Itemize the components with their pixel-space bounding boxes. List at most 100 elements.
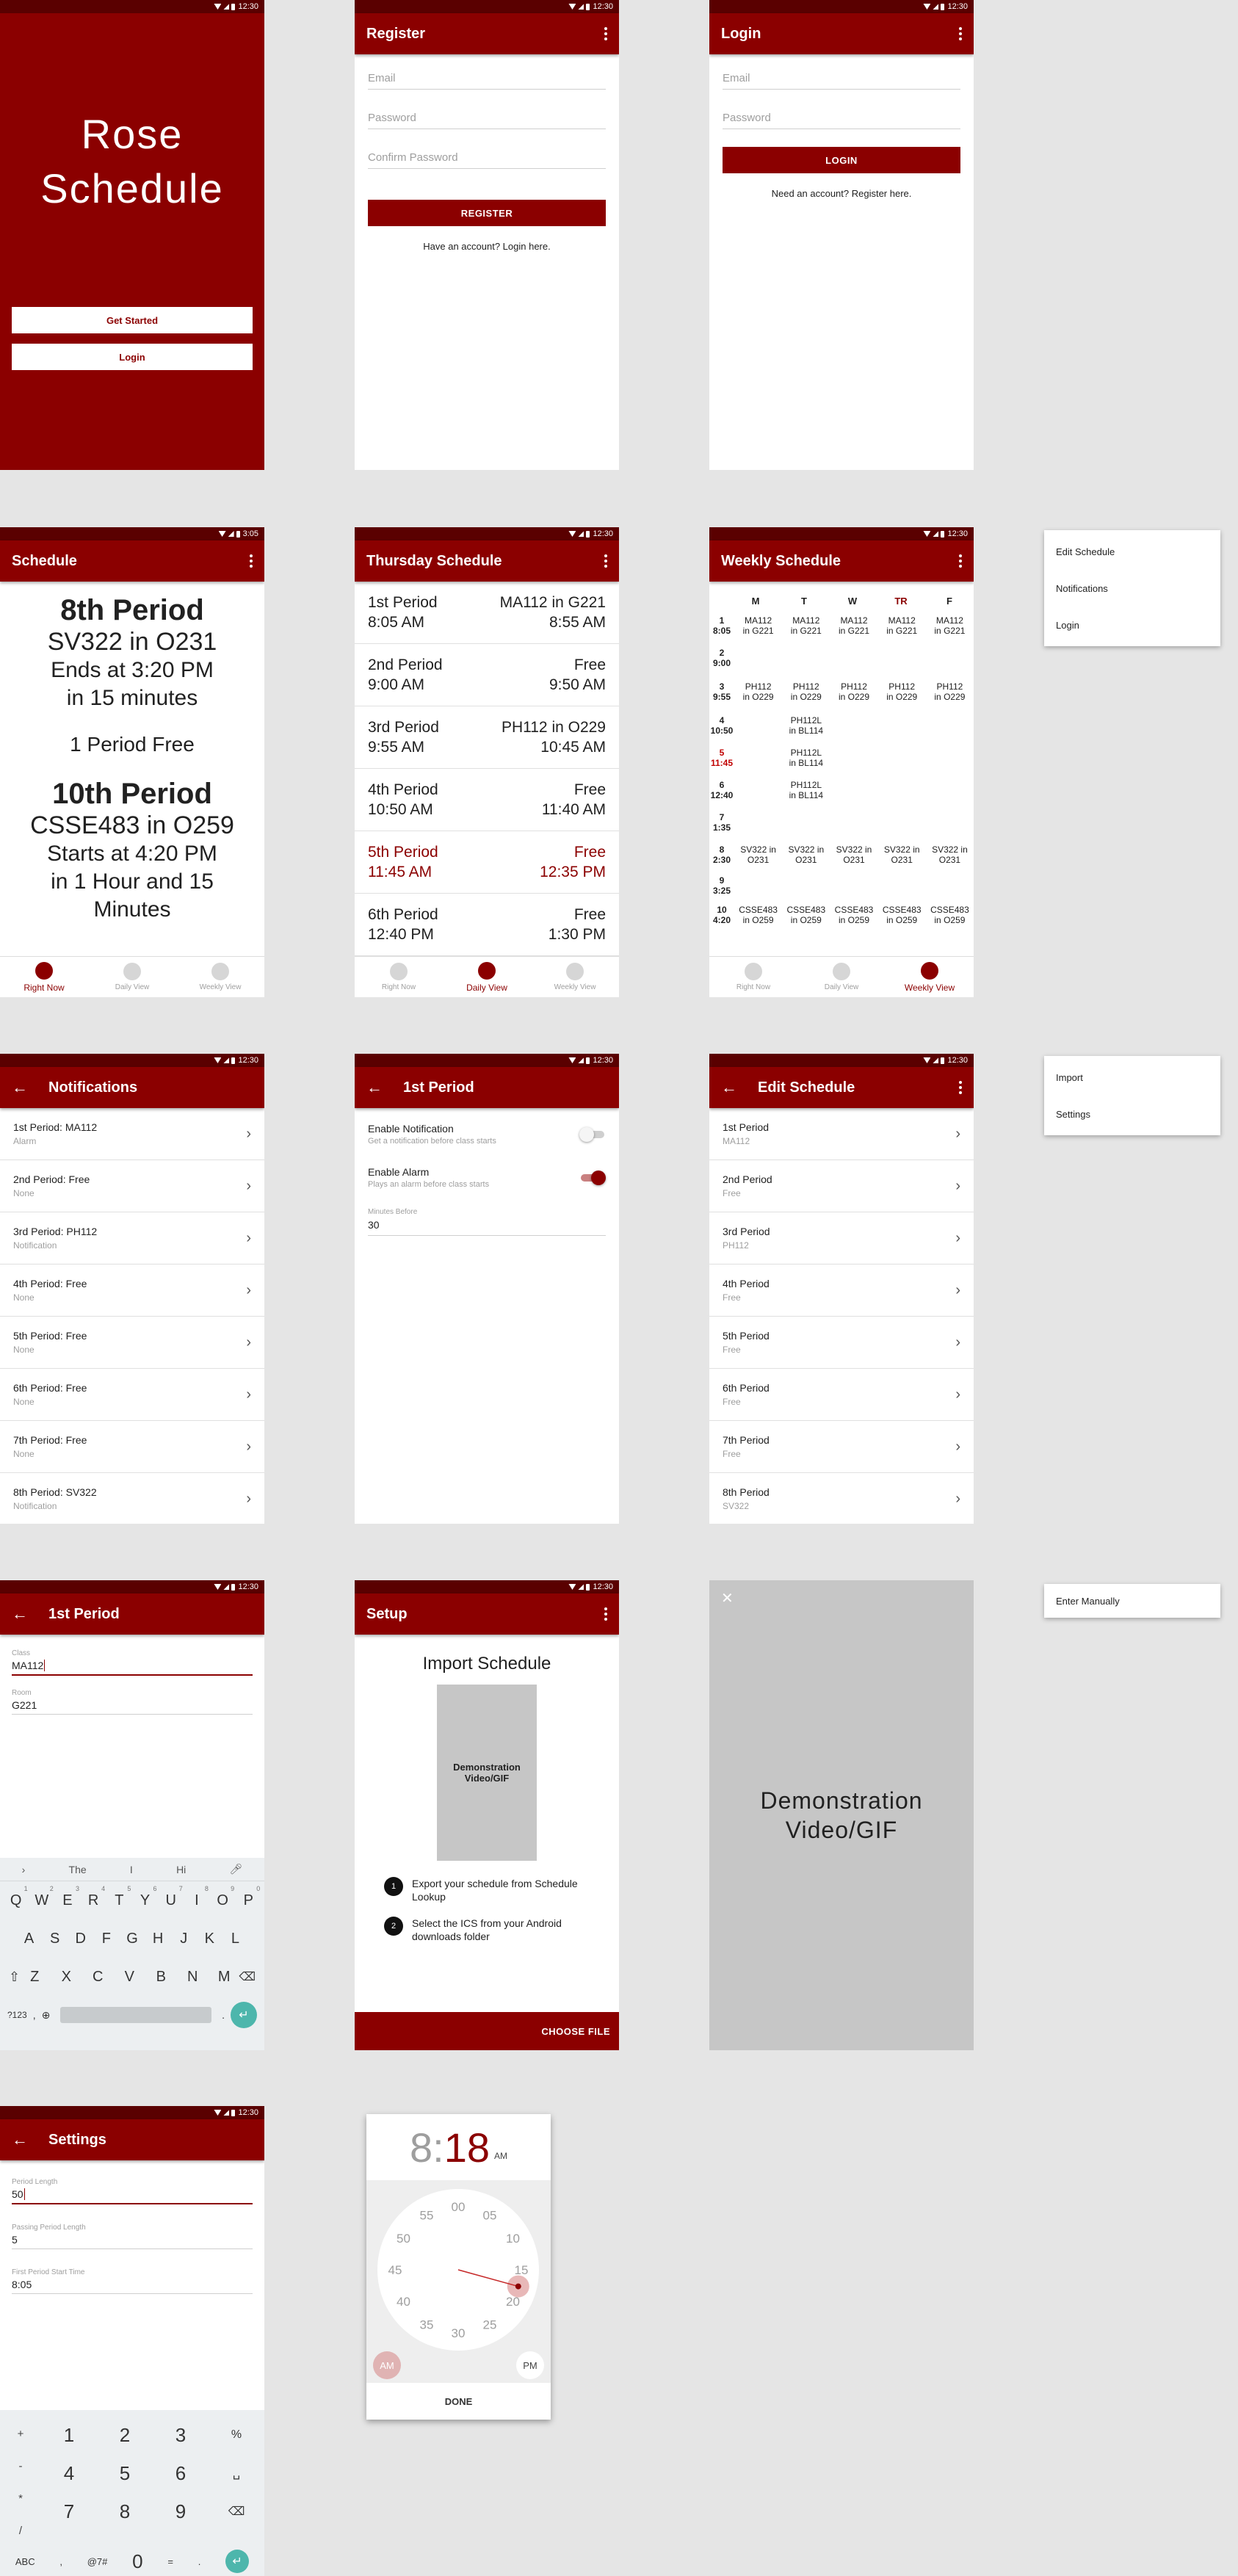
nav-daily[interactable]: Daily View bbox=[443, 957, 531, 997]
weekly-cell[interactable]: MA112 in G221 bbox=[926, 615, 974, 636]
numpad-key[interactable]: 8 bbox=[97, 2500, 153, 2523]
suggestion-3[interactable]: Hi bbox=[176, 1864, 186, 1875]
numpad-key[interactable]: 3 bbox=[153, 2424, 209, 2447]
overflow-menu-icon[interactable] bbox=[604, 1607, 607, 1621]
key[interactable]: 1Q bbox=[6, 1885, 28, 1909]
weekly-cell[interactable]: MA112 in G221 bbox=[734, 615, 782, 636]
numpad-key[interactable]: ABC bbox=[15, 2556, 35, 2567]
key[interactable]: N bbox=[185, 1969, 200, 1986]
suggestion-2[interactable]: I bbox=[130, 1864, 133, 1875]
login-button[interactable]: Login bbox=[12, 344, 253, 370]
key[interactable]: H bbox=[148, 1931, 168, 1947]
weekly-cell[interactable]: MA112 in G221 bbox=[878, 615, 926, 636]
back-arrow-icon[interactable]: ← bbox=[366, 1078, 383, 1097]
menu-item-notifications[interactable]: Notifications bbox=[1044, 570, 1220, 607]
passing-period-field[interactable]: Passing Period Length 5 bbox=[12, 2224, 253, 2249]
list-item[interactable]: 6th Period Free › bbox=[709, 1369, 974, 1421]
key[interactable]: A bbox=[19, 1931, 40, 1947]
class-field[interactable]: Class MA112 bbox=[12, 1649, 253, 1676]
key[interactable]: 8I bbox=[187, 1885, 209, 1909]
daily-row[interactable]: 1st Period 8:05 AM MA112 in G221 8:55 AM bbox=[355, 582, 619, 644]
key[interactable]: D bbox=[70, 1931, 91, 1947]
menu-item-enter-manually[interactable]: Enter Manually bbox=[1044, 1584, 1220, 1618]
list-item[interactable]: 2nd Period Free › bbox=[709, 1160, 974, 1212]
clock-number[interactable]: 45 bbox=[388, 2263, 402, 2277]
operator-key[interactable]: - bbox=[19, 2460, 23, 2472]
weekly-cell[interactable]: PH112 in O229 bbox=[926, 681, 974, 702]
numpad-key[interactable]: 5 bbox=[97, 2462, 153, 2485]
list-item[interactable]: 1st Period MA112 › bbox=[709, 1108, 974, 1160]
weekly-cell[interactable]: CSSE483 in O259 bbox=[734, 905, 782, 925]
register-link[interactable]: Need an account? Register here. bbox=[709, 188, 974, 199]
daily-row[interactable]: 5th Period 11:45 AM Free 12:35 PM bbox=[355, 831, 619, 894]
daily-row[interactable]: 6th Period 12:40 PM Free 1:30 PM bbox=[355, 894, 619, 956]
nav-right-now[interactable]: Right Now bbox=[709, 957, 797, 997]
weekly-cell[interactable]: PH112L in BL114 bbox=[782, 715, 830, 736]
list-item[interactable]: 7th Period Free › bbox=[709, 1421, 974, 1473]
weekly-cell[interactable]: PH112L in BL114 bbox=[782, 780, 830, 800]
overflow-menu-icon[interactable] bbox=[959, 554, 962, 568]
minutes-before-field[interactable]: Minutes Before 30 bbox=[368, 1208, 606, 1236]
clock-number[interactable]: 15 bbox=[515, 2263, 529, 2277]
get-started-button[interactable]: Get Started bbox=[12, 307, 253, 333]
alarm-toggle[interactable] bbox=[579, 1170, 606, 1185]
space-key[interactable] bbox=[60, 2007, 212, 2023]
start-time-field[interactable]: First Period Start Time 8:05 bbox=[12, 2268, 253, 2294]
numpad-key[interactable]: 4 bbox=[41, 2462, 97, 2485]
enter-key[interactable]: ↵ bbox=[225, 2550, 250, 2573]
video-thumbnail[interactable]: Demonstration Video/GIF bbox=[437, 1685, 537, 1861]
numpad-key[interactable]: . bbox=[198, 2556, 201, 2567]
nav-weekly[interactable]: Weekly View bbox=[531, 957, 619, 997]
key[interactable]: M bbox=[217, 1969, 231, 1986]
minute-display[interactable]: 18 bbox=[444, 2124, 490, 2171]
list-item[interactable]: 8th Period SV322 › bbox=[709, 1473, 974, 1524]
shift-key[interactable]: ⇧ bbox=[9, 1969, 20, 1985]
overflow-menu-icon[interactable] bbox=[959, 1081, 962, 1094]
weekly-cell[interactable]: CSSE483 in O259 bbox=[926, 905, 974, 925]
key[interactable]: 7U bbox=[161, 1885, 182, 1909]
overflow-menu-icon[interactable] bbox=[604, 27, 607, 40]
choose-file-button[interactable]: CHOOSE FILE bbox=[355, 2012, 619, 2050]
list-item[interactable]: 4th Period Free › bbox=[709, 1265, 974, 1317]
symbols-key[interactable]: ?123 bbox=[7, 2010, 27, 2020]
list-item[interactable]: 7th Period: Free None › bbox=[0, 1421, 264, 1473]
period-length-field[interactable]: Period Length 50 bbox=[12, 2178, 253, 2204]
clock-number[interactable]: 00 bbox=[452, 2200, 466, 2214]
key[interactable]: 6Y bbox=[135, 1885, 157, 1909]
weekly-cell[interactable]: PH112 in O229 bbox=[878, 681, 926, 702]
list-item[interactable]: 2nd Period: Free None › bbox=[0, 1160, 264, 1212]
key[interactable]: Z bbox=[27, 1969, 42, 1986]
key[interactable]: C bbox=[90, 1969, 105, 1986]
overflow-menu-icon[interactable] bbox=[250, 554, 253, 568]
numpad-key[interactable]: , bbox=[59, 2556, 62, 2567]
email-field[interactable]: Email bbox=[368, 54, 606, 90]
login-button[interactable]: LOGIN bbox=[723, 147, 960, 173]
register-button[interactable]: REGISTER bbox=[368, 200, 606, 226]
nav-daily[interactable]: Daily View bbox=[88, 957, 176, 997]
numpad-key[interactable]: % bbox=[209, 2428, 264, 2442]
clock-number[interactable]: 05 bbox=[483, 2209, 497, 2223]
hour-display[interactable]: 8 bbox=[410, 2124, 432, 2171]
numpad-key[interactable]: 0 bbox=[132, 2550, 142, 2573]
key[interactable]: 3E bbox=[57, 1885, 79, 1909]
close-icon[interactable]: ✕ bbox=[721, 1589, 734, 1607]
enable-alarm-row[interactable]: Enable Alarm Plays an alarm before class… bbox=[355, 1146, 619, 1189]
key[interactable]: S bbox=[45, 1931, 65, 1947]
list-item[interactable]: 3rd Period: PH112 Notification › bbox=[0, 1212, 264, 1265]
nav-weekly[interactable]: Weekly View bbox=[886, 957, 974, 997]
daily-row[interactable]: 4th Period 10:50 AM Free 11:40 AM bbox=[355, 769, 619, 831]
key[interactable]: L bbox=[225, 1931, 245, 1947]
enable-notification-row[interactable]: Enable Notification Get a notification b… bbox=[355, 1108, 619, 1146]
overflow-menu-icon[interactable] bbox=[959, 27, 962, 40]
period-length-input[interactable]: 50 bbox=[12, 2188, 253, 2200]
clock-number[interactable]: 35 bbox=[420, 2318, 434, 2331]
numpad-key[interactable]: 2 bbox=[97, 2424, 153, 2447]
email-field[interactable]: Email bbox=[723, 54, 960, 90]
menu-item-edit-schedule[interactable]: Edit Schedule bbox=[1044, 533, 1220, 570]
nav-right-now[interactable]: Right Now bbox=[355, 957, 443, 997]
back-arrow-icon[interactable]: ← bbox=[721, 1078, 737, 1097]
numpad-key[interactable]: ⌫ bbox=[209, 2504, 264, 2519]
key[interactable]: K bbox=[199, 1931, 220, 1947]
numpad-key[interactable]: @7# bbox=[87, 2556, 108, 2567]
weekly-cell[interactable]: SV322 in O231 bbox=[782, 844, 830, 865]
